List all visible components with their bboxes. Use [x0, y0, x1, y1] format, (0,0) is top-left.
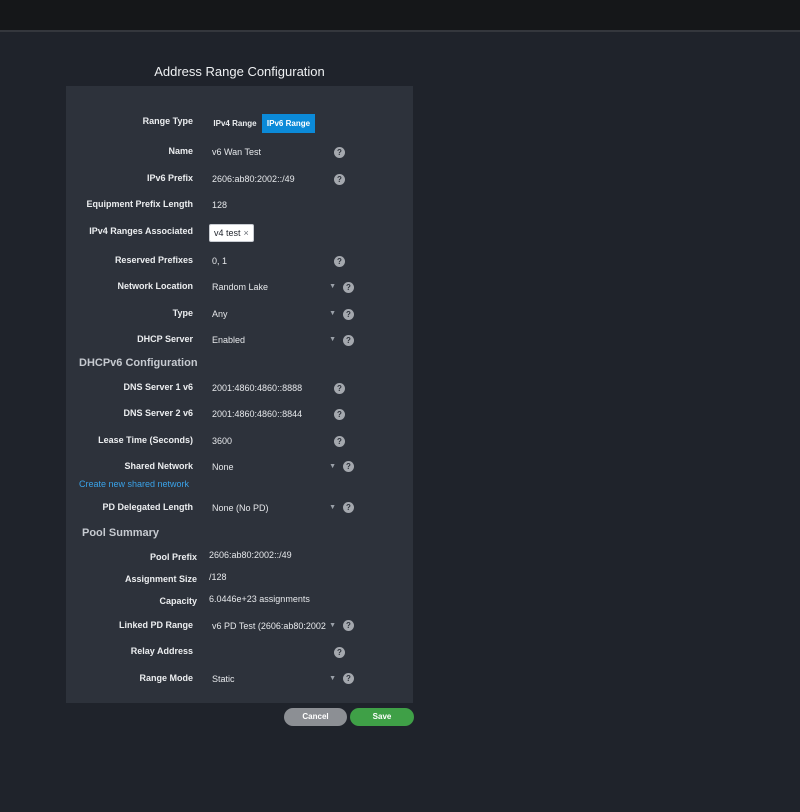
- range-mode-select[interactable]: Static ▼: [212, 671, 336, 687]
- dns-server-2-input[interactable]: 2001:4860:4860::8844: [212, 409, 302, 419]
- caret-down-icon: ▼: [329, 283, 336, 290]
- cancel-button[interactable]: Cancel: [284, 708, 347, 726]
- caret-down-icon: ▼: [329, 336, 336, 343]
- pool-prefix-label: Pool Prefix: [149, 552, 197, 562]
- type-value: Any: [212, 309, 228, 319]
- pd-delegated-length-value: None (No PD): [212, 503, 269, 513]
- name-input[interactable]: v6 Wan Test: [212, 147, 261, 157]
- caret-down-icon: ▼: [329, 675, 336, 682]
- top-divider: [0, 30, 800, 32]
- help-icon[interactable]: ?: [343, 461, 354, 472]
- range-form-panel: Range Type IPv4 Range IPv6 Range Name v6…: [66, 86, 413, 703]
- pool-summary-title: Pool Summary: [82, 527, 160, 539]
- top-bar: [0, 0, 800, 30]
- help-icon[interactable]: ?: [343, 620, 354, 631]
- caret-down-icon: ▼: [329, 310, 336, 317]
- caret-down-icon: ▼: [329, 463, 336, 470]
- remove-tag-icon[interactable]: ×: [244, 228, 249, 238]
- type-select[interactable]: Any ▼: [212, 306, 336, 322]
- ipv4-range-toggle[interactable]: IPv4 Range: [209, 114, 261, 133]
- help-icon[interactable]: ?: [334, 409, 345, 420]
- reserved-prefixes-label: Reserved Prefixes: [114, 255, 193, 265]
- dhcpv6-section-title: DHCPv6 Configuration: [79, 357, 198, 369]
- pool-prefix-value: 2606:ab80:2002::/49: [209, 550, 292, 560]
- save-button[interactable]: Save: [350, 708, 414, 726]
- help-icon[interactable]: ?: [334, 147, 345, 158]
- linked-pd-range-label: Linked PD Range: [118, 620, 193, 630]
- range-mode-value: Static: [212, 674, 235, 684]
- dns-server-1-input[interactable]: 2001:4860:4860::8888: [212, 383, 302, 393]
- caret-down-icon: ▼: [329, 504, 336, 511]
- range-mode-label: Range Mode: [139, 673, 193, 683]
- name-label: Name: [168, 146, 193, 156]
- capacity-value: 6.0446e+23 assignments: [209, 594, 310, 604]
- pd-delegated-length-label: PD Delegated Length: [102, 502, 193, 512]
- help-icon[interactable]: ?: [343, 502, 354, 513]
- type-label: Type: [172, 308, 193, 318]
- ipv6-range-toggle[interactable]: IPv6 Range: [262, 114, 315, 133]
- help-icon[interactable]: ?: [334, 174, 345, 185]
- help-icon[interactable]: ?: [343, 282, 354, 293]
- dns-server-2-label: DNS Server 2 v6: [123, 408, 193, 418]
- help-icon[interactable]: ?: [343, 673, 354, 684]
- help-icon[interactable]: ?: [343, 309, 354, 320]
- ipv6-prefix-input[interactable]: 2606:ab80:2002::/49: [212, 174, 295, 184]
- ipv4-ranges-associated-label: IPv4 Ranges Associated: [89, 226, 193, 236]
- assignment-size-value: /128: [209, 572, 227, 582]
- linked-pd-range-select[interactable]: v6 PD Test (2606:ab80:2002:8000::/49) ▼: [212, 618, 336, 634]
- dhcp-server-value: Enabled: [212, 335, 246, 345]
- help-icon[interactable]: ?: [334, 647, 345, 658]
- pd-delegated-length-select[interactable]: None (No PD) ▼: [212, 500, 336, 516]
- shared-network-label: Shared Network: [124, 461, 193, 471]
- linked-pd-range-value: v6 PD Test (2606:ab80:2002:8000::/49): [212, 621, 326, 631]
- create-shared-network-link[interactable]: Create new shared network: [79, 479, 189, 489]
- network-location-label: Network Location: [117, 281, 193, 291]
- caret-down-icon: ▼: [329, 622, 336, 629]
- relay-address-input[interactable]: [212, 647, 322, 658]
- help-icon[interactable]: ?: [334, 256, 345, 267]
- network-location-value: Random Lake: [212, 282, 269, 292]
- ipv4-range-tag[interactable]: v4 test ×: [209, 224, 254, 242]
- ipv4-range-tag-label: v4 test: [214, 228, 241, 238]
- shared-network-value: None: [212, 462, 234, 472]
- network-location-select[interactable]: Random Lake ▼: [212, 279, 336, 295]
- range-type-label: Range Type: [142, 116, 193, 126]
- dialog-title: Address Range Configuration: [154, 64, 325, 79]
- help-icon[interactable]: ?: [334, 383, 345, 394]
- reserved-prefixes-input[interactable]: 0, 1: [212, 256, 227, 266]
- dns-server-1-label: DNS Server 1 v6: [123, 382, 193, 392]
- ipv6-prefix-label: IPv6 Prefix: [146, 173, 193, 183]
- assignment-size-label: Assignment Size: [124, 574, 197, 584]
- equipment-prefix-length-input[interactable]: 128: [212, 200, 227, 210]
- equipment-prefix-length-label: Equipment Prefix Length: [86, 199, 193, 209]
- lease-time-input[interactable]: 3600: [212, 436, 232, 446]
- dhcp-server-select[interactable]: Enabled ▼: [212, 332, 336, 348]
- capacity-label: Capacity: [159, 596, 197, 606]
- dhcp-server-label: DHCP Server: [137, 334, 193, 344]
- relay-address-label: Relay Address: [130, 646, 193, 656]
- shared-network-select[interactable]: None ▼: [212, 459, 336, 475]
- help-icon[interactable]: ?: [334, 436, 345, 447]
- lease-time-label: Lease Time (Seconds): [98, 435, 193, 445]
- help-icon[interactable]: ?: [343, 335, 354, 346]
